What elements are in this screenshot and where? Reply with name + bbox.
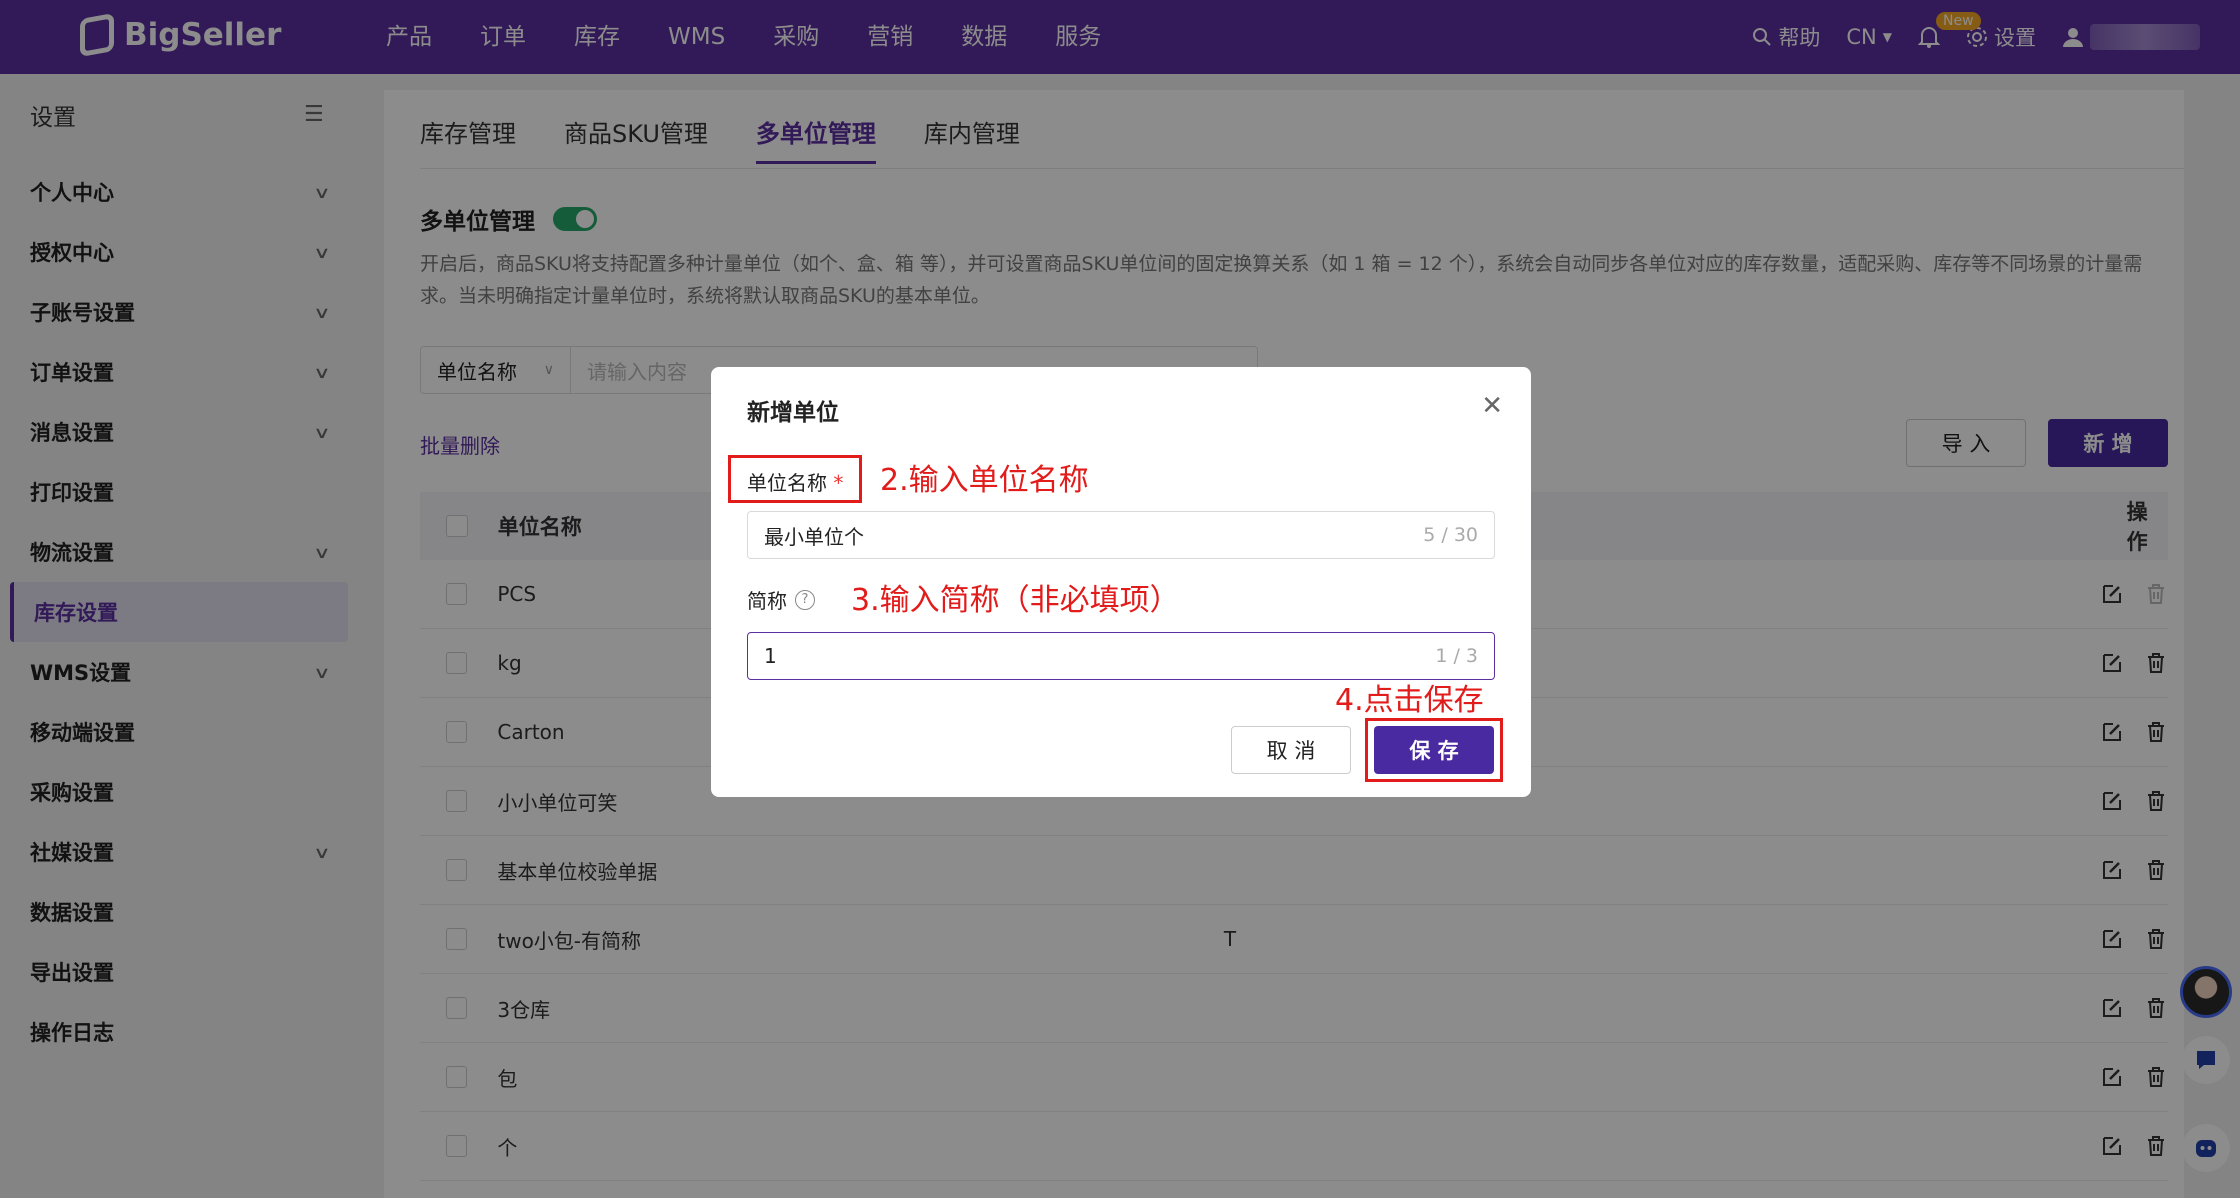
abbr-label: 简称 ?: [747, 585, 815, 614]
abbr-field[interactable]: 1 1 / 3: [747, 632, 1495, 680]
add-unit-dialog: 新增单位 ✕ 单位名称 * 2.输入单位名称 最小单位个 5 / 30 简称 ?…: [711, 367, 1531, 797]
annotation-step4: 4.点击保存: [1335, 683, 1484, 718]
abbr-value: 1: [764, 644, 777, 668]
unit-name-field[interactable]: 最小单位个 5 / 30: [747, 511, 1495, 559]
unit-name-value: 最小单位个: [764, 524, 864, 549]
unit-name-count: 5 / 30: [1423, 524, 1478, 546]
annotation-step3: 3.输入简称（非必填项）: [851, 583, 1180, 618]
annotation-box-save: [1365, 718, 1503, 782]
annotation-step2: 2.输入单位名称: [880, 463, 1089, 498]
dialog-title: 新增单位: [747, 400, 839, 426]
abbr-label-text: 简称: [747, 589, 787, 613]
cancel-button[interactable]: 取 消: [1231, 726, 1351, 774]
close-icon[interactable]: ✕: [1481, 391, 1503, 421]
abbr-count: 1 / 3: [1435, 645, 1478, 667]
help-circle-icon[interactable]: ?: [795, 589, 815, 610]
annotation-box-name-label: [728, 455, 862, 503]
